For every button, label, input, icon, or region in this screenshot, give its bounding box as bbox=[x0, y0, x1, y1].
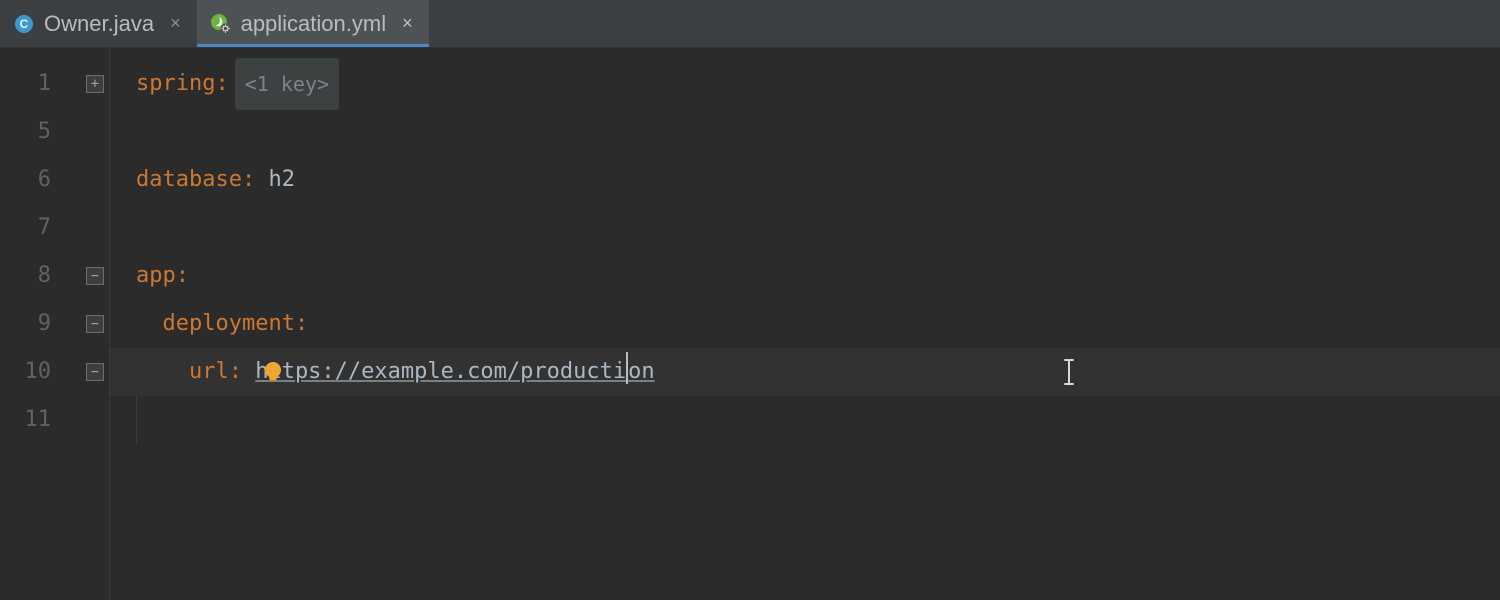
line-number: 5 bbox=[0, 108, 109, 156]
line-number-gutter: 1 + 5 6 7 8 − 9 − 10 − 11 bbox=[0, 48, 110, 600]
fold-toggle-icon[interactable]: − bbox=[86, 267, 104, 285]
code-line[interactable]: deployment: bbox=[110, 300, 1500, 348]
code-line[interactable] bbox=[110, 108, 1500, 156]
fold-toggle-icon[interactable]: + bbox=[86, 75, 104, 93]
line-number: 9 − bbox=[0, 300, 109, 348]
url-hyperlink[interactable]: https://example.com/production bbox=[255, 348, 654, 396]
intention-bulb-icon[interactable] bbox=[258, 348, 288, 396]
editor-tab-bar: C Owner.java × application.yml × bbox=[0, 0, 1500, 48]
code-line[interactable] bbox=[110, 204, 1500, 252]
tab-owner-java[interactable]: C Owner.java × bbox=[0, 0, 197, 47]
code-line[interactable] bbox=[110, 396, 1500, 444]
yaml-value: h2 bbox=[268, 156, 295, 204]
close-icon[interactable]: × bbox=[396, 13, 413, 34]
folded-region-badge[interactable]: <1 key> bbox=[235, 58, 339, 110]
fold-toggle-icon[interactable]: − bbox=[86, 315, 104, 333]
line-number: 6 bbox=[0, 156, 109, 204]
tab-application-yml[interactable]: application.yml × bbox=[197, 0, 429, 47]
mouse-cursor-ibeam-icon bbox=[1060, 348, 1078, 396]
code-body[interactable]: spring: <1 key> database:h2 app: deploym… bbox=[110, 48, 1500, 600]
svg-text:C: C bbox=[20, 17, 29, 31]
tab-label: Owner.java bbox=[44, 11, 154, 37]
line-number: 1 + bbox=[0, 60, 109, 108]
line-number: 10 − bbox=[0, 348, 109, 396]
code-line-current[interactable]: url:https://example.com/production bbox=[110, 348, 1500, 396]
line-number: 7 bbox=[0, 204, 109, 252]
yaml-key: deployment bbox=[162, 300, 294, 348]
tab-label: application.yml bbox=[241, 11, 387, 37]
yaml-key: app bbox=[136, 252, 176, 300]
close-icon[interactable]: × bbox=[164, 13, 181, 34]
line-number: 11 bbox=[0, 396, 109, 444]
code-line[interactable]: spring: <1 key> bbox=[110, 60, 1500, 108]
code-line[interactable]: app: bbox=[110, 252, 1500, 300]
yaml-key: spring bbox=[136, 60, 215, 108]
yaml-key: database bbox=[136, 156, 242, 204]
fold-toggle-icon[interactable]: − bbox=[86, 363, 104, 381]
line-number: 8 − bbox=[0, 252, 109, 300]
code-editor[interactable]: 1 + 5 6 7 8 − 9 − 10 − 11 spring: <1 key… bbox=[0, 48, 1500, 600]
yaml-key: url bbox=[189, 348, 229, 396]
spring-yml-icon bbox=[211, 14, 231, 34]
code-line[interactable]: database:h2 bbox=[110, 156, 1500, 204]
java-class-icon: C bbox=[14, 14, 34, 34]
